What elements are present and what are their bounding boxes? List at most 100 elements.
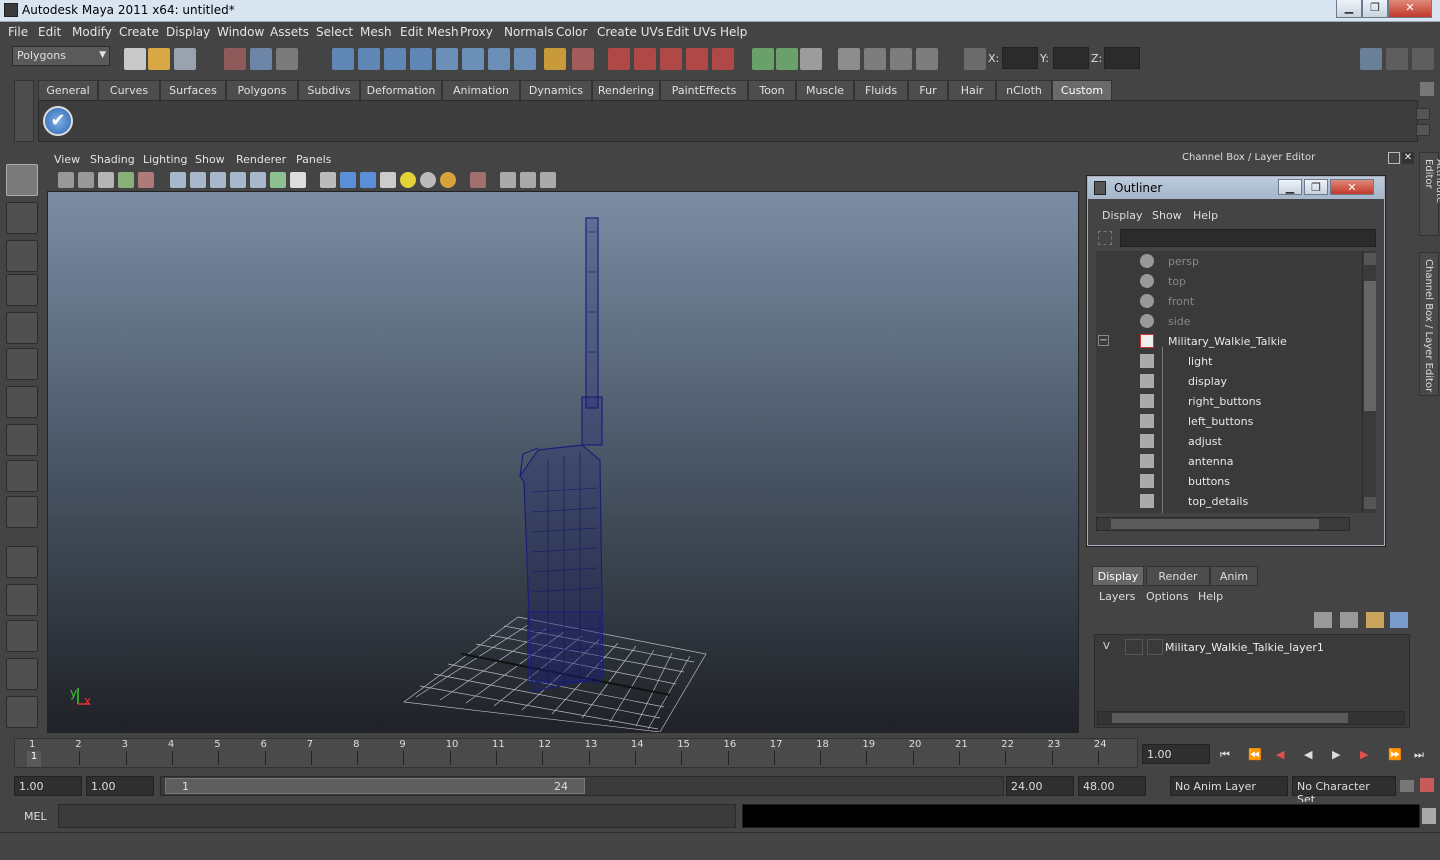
minimize-button[interactable]: ▁ [1336, 0, 1362, 18]
menu-select[interactable]: Select [316, 25, 353, 39]
outliner-row-right-buttons[interactable]: right_buttons [1096, 391, 1362, 411]
character-set-select[interactable]: No Character Set [1292, 776, 1396, 806]
resolution-gate-icon[interactable] [210, 172, 226, 188]
playback-end-field[interactable]: 24.00 [1006, 776, 1074, 796]
outliner-filter-icon[interactable] [1098, 231, 1112, 245]
time-slider[interactable]: 1 2 3 4 5 6 7 8 9 10 11 12 13 14 15 16 17 18 19 20 21 22 23 24 1 [14, 738, 1138, 768]
menu-assets[interactable]: Assets [270, 25, 309, 39]
help-query-icon[interactable] [514, 48, 536, 70]
outliner-row-top-details[interactable]: top_details [1096, 491, 1362, 511]
outliner-menu-show[interactable]: Show [1152, 209, 1182, 222]
snap-together-icon[interactable] [660, 48, 682, 70]
shelf-tab-curves[interactable]: Curves [98, 80, 160, 100]
outliner-row-display[interactable]: display [1096, 371, 1362, 391]
layer-tab-display[interactable]: Display [1092, 566, 1144, 586]
menu-modify[interactable]: Modify [72, 25, 112, 39]
step-forward-frame-icon[interactable]: ▶ [1360, 748, 1376, 762]
default-lighting-icon[interactable] [400, 172, 416, 188]
magnet-icon[interactable] [634, 48, 656, 70]
menu-set-select[interactable]: Polygons ▼ [12, 46, 110, 66]
open-scene-icon[interactable] [148, 48, 170, 70]
backface-culling-icon[interactable] [540, 172, 556, 188]
outliner-row-military-walkie-talkie[interactable]: − Military_Walkie_Talkie [1096, 331, 1362, 351]
scroll-up-arrow-icon[interactable] [1364, 253, 1376, 265]
save-scene-icon[interactable] [174, 48, 196, 70]
playback-start-field[interactable]: 1.00 [86, 776, 154, 796]
single-perspective-layout-icon[interactable] [6, 546, 38, 578]
perspective-viewport[interactable]: y x [47, 191, 1079, 733]
snap-grid-icon[interactable] [332, 48, 354, 70]
move-layer-down-icon[interactable] [1340, 612, 1358, 628]
shelf-tab-deformation[interactable]: Deformation [360, 80, 442, 100]
select-component-icon[interactable] [276, 48, 298, 70]
current-time-field[interactable]: 1.00 [1142, 744, 1210, 764]
checkmark-shelf-icon[interactable]: ✔ [43, 106, 73, 136]
shelf-tab-animation[interactable]: Animation [442, 80, 520, 100]
snap-curve-icon[interactable] [358, 48, 380, 70]
shelf-tab-surfaces[interactable]: Surfaces [160, 80, 226, 100]
outliner-layout-icon[interactable] [6, 620, 38, 652]
move-layer-up-icon[interactable] [1314, 612, 1332, 628]
attribute-editor-toggle-icon[interactable] [1360, 48, 1382, 70]
custom-layout-icon[interactable] [6, 696, 38, 728]
collapse-toggle-icon[interactable]: − [1098, 335, 1109, 346]
select-object-icon[interactable] [250, 48, 272, 70]
animation-end-field[interactable]: 48.00 [1078, 776, 1146, 796]
script-language-label[interactable]: MEL [24, 810, 47, 823]
layer-tab-anim[interactable]: Anim [1210, 566, 1258, 586]
snap-point-icon[interactable] [384, 48, 406, 70]
smooth-shade-icon[interactable] [340, 172, 356, 188]
menu-mesh[interactable]: Mesh [360, 25, 392, 39]
xray-icon[interactable] [500, 172, 516, 188]
shelf-tab-fluids[interactable]: Fluids [854, 80, 908, 100]
go-to-end-icon[interactable]: ⏭ [1414, 748, 1430, 762]
auto-key-icon[interactable] [1400, 780, 1414, 792]
outliner-row-side[interactable]: side [1096, 311, 1362, 331]
lock-icon[interactable] [544, 48, 566, 70]
menu-proxy[interactable]: Proxy [460, 25, 493, 39]
field-chart-icon[interactable] [250, 172, 266, 188]
outliner-close-button[interactable]: ✕ [1330, 179, 1374, 195]
shelf-tab-custom[interactable]: Custom [1052, 80, 1112, 100]
gate-mask-icon[interactable] [230, 172, 246, 188]
shelf-tab-toon[interactable]: Toon [748, 80, 796, 100]
shelf-tab-polygons[interactable]: Polygons [226, 80, 298, 100]
film-gate-icon[interactable] [190, 172, 206, 188]
outliner-row-top[interactable]: top [1096, 271, 1362, 291]
go-to-start-icon[interactable]: ⏮ [1220, 748, 1236, 762]
transform-mode-icon[interactable] [916, 48, 938, 70]
menu-edit[interactable]: Edit [38, 25, 61, 39]
scroll-down-arrow-icon[interactable] [1364, 497, 1376, 509]
hypershade-icon[interactable] [864, 48, 886, 70]
construction-history-icon[interactable] [712, 48, 734, 70]
menu-file[interactable]: File [8, 25, 28, 39]
y-field[interactable] [1053, 47, 1089, 69]
image-plane-icon[interactable] [118, 172, 134, 188]
side-tab-channel-box[interactable]: Channel Box / Layer Editor [1419, 252, 1439, 396]
rotate-tool-icon[interactable] [6, 312, 38, 344]
z-field[interactable] [1104, 47, 1140, 69]
select-tool-icon[interactable] [6, 164, 38, 196]
select-hierarchy-icon[interactable] [224, 48, 246, 70]
outliner-row-front[interactable]: front [1096, 291, 1362, 311]
select-by-type-icon[interactable] [462, 48, 484, 70]
safe-action-icon[interactable] [270, 172, 286, 188]
select-camera-icon[interactable] [58, 172, 74, 188]
menu-display[interactable]: Display [166, 25, 210, 39]
layer-template-toggle[interactable] [1125, 639, 1143, 655]
viewport-menu-renderer[interactable]: Renderer [236, 153, 286, 166]
camera-attributes-icon[interactable] [78, 172, 94, 188]
textured-icon[interactable] [380, 172, 396, 188]
current-frame-marker[interactable]: 1 [27, 751, 41, 767]
new-layer-from-selected-icon[interactable] [1390, 612, 1408, 628]
viewport-menu-panels[interactable]: Panels [296, 153, 331, 166]
x-field[interactable] [1002, 47, 1038, 69]
command-input[interactable] [58, 804, 736, 828]
outliner-row-left-buttons[interactable]: left_buttons [1096, 411, 1362, 431]
viewport-menu-view[interactable]: View [54, 153, 80, 166]
wireframe-icon[interactable] [320, 172, 336, 188]
outliner-horizontal-scrollbar[interactable] [1096, 517, 1350, 531]
ipr-render-icon[interactable] [800, 48, 822, 70]
shadows-icon[interactable] [440, 172, 456, 188]
channel-box-toggle-icon[interactable] [1412, 48, 1434, 70]
